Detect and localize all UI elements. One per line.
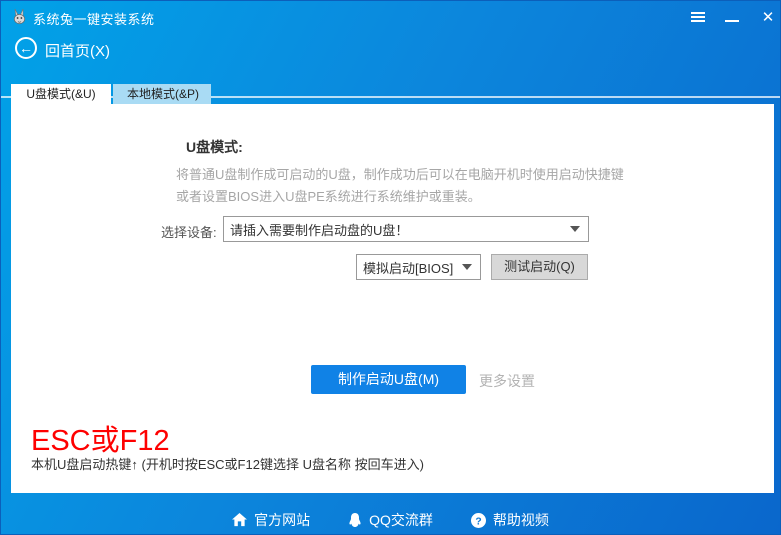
section-heading: U盘模式: bbox=[186, 139, 243, 155]
content-panel: U盘模式: 将普通U盘制作成可启动的U盘，制作成功后可以在电脑开机时使用启动快捷… bbox=[11, 104, 774, 493]
title-bar: 系统兔一键安装系统 ✕ bbox=[1, 1, 780, 33]
chevron-down-icon bbox=[462, 264, 472, 270]
device-select-dropdown[interactable]: 请插入需要制作启动盘的U盘！ bbox=[223, 216, 589, 242]
back-arrow-icon[interactable]: ← bbox=[15, 37, 37, 59]
more-settings-link[interactable]: 更多设置 bbox=[479, 371, 535, 391]
app-window: 系统兔一键安装系统 ✕ ← 回首页(X) U盘模式(&U) 本地模式(&P) U… bbox=[0, 0, 781, 535]
boot-hotkey-note: 本机U盘启动热键↑ (开机时按ESC或F12键选择 U盘名称 按回车进入) bbox=[31, 457, 424, 472]
device-select-value: 请插入需要制作启动盘的U盘！ bbox=[230, 222, 409, 238]
nav-row: ← 回首页(X) bbox=[1, 33, 780, 98]
description-line-1: 将普通U盘制作成可启动的U盘，制作成功后可以在电脑开机时使用启动快捷键 bbox=[176, 167, 624, 182]
help-video-link[interactable]: ? 帮助视频 bbox=[470, 510, 549, 530]
back-home-link[interactable]: 回首页(X) bbox=[45, 40, 110, 61]
qq-penguin-icon bbox=[349, 512, 361, 527]
footer-bar: 官方网站 QQ交流群 ? 帮助视频 bbox=[1, 504, 780, 534]
svg-text:?: ? bbox=[475, 516, 481, 527]
boot-mode-value: 模拟启动[BIOS] bbox=[363, 260, 454, 276]
boot-hotkey-value: ESC或F12 bbox=[31, 425, 170, 457]
official-site-link[interactable]: 官方网站 bbox=[232, 510, 310, 530]
home-icon bbox=[232, 513, 248, 527]
question-circle-icon: ? bbox=[470, 512, 486, 528]
mode-tabs: U盘模式(&U) 本地模式(&P) bbox=[11, 84, 211, 104]
qq-group-link[interactable]: QQ交流群 bbox=[348, 510, 433, 530]
device-select-label: 选择设备: bbox=[161, 225, 217, 240]
footer-link-label: QQ交流群 bbox=[369, 512, 433, 528]
chevron-down-icon bbox=[570, 226, 580, 232]
footer-link-label: 帮助视频 bbox=[492, 512, 549, 528]
test-boot-button[interactable]: 测试启动(Q) bbox=[491, 254, 588, 280]
tab-local-mode[interactable]: 本地模式(&P) bbox=[113, 84, 211, 104]
boot-mode-dropdown[interactable]: 模拟启动[BIOS] bbox=[356, 254, 481, 280]
menu-icon[interactable] bbox=[685, 1, 711, 33]
window-title: 系统兔一键安装系统 bbox=[33, 12, 155, 27]
tab-usb-mode[interactable]: U盘模式(&U) bbox=[11, 84, 111, 104]
footer-link-label: 官方网站 bbox=[254, 512, 311, 528]
description-line-2: 或者设置BIOS进入U盘PE系统进行系统维护或重装。 bbox=[176, 189, 481, 204]
minimize-button[interactable] bbox=[719, 1, 745, 33]
close-button[interactable]: ✕ bbox=[755, 1, 780, 33]
make-usb-button[interactable]: 制作启动U盘(M) bbox=[311, 365, 466, 394]
app-logo-icon bbox=[13, 8, 26, 24]
